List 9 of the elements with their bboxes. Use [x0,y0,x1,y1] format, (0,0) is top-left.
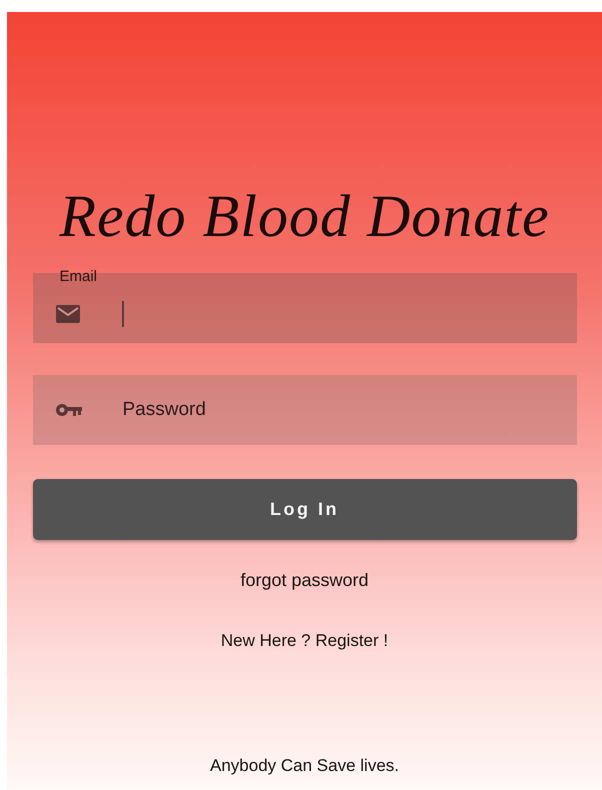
app-title: Redo Blood Donate [59,182,550,251]
key-icon [56,403,82,417]
forgot-password-link[interactable]: forgot password [240,570,369,591]
register-link[interactable]: New Here ? Register ! [220,631,388,651]
field-label: Email [60,268,98,285]
text-cursor [122,301,124,327]
login-button[interactable]: Log In [32,479,576,540]
tagline: Anybody Can Save lives. [210,756,399,776]
mail-icon [56,305,80,323]
